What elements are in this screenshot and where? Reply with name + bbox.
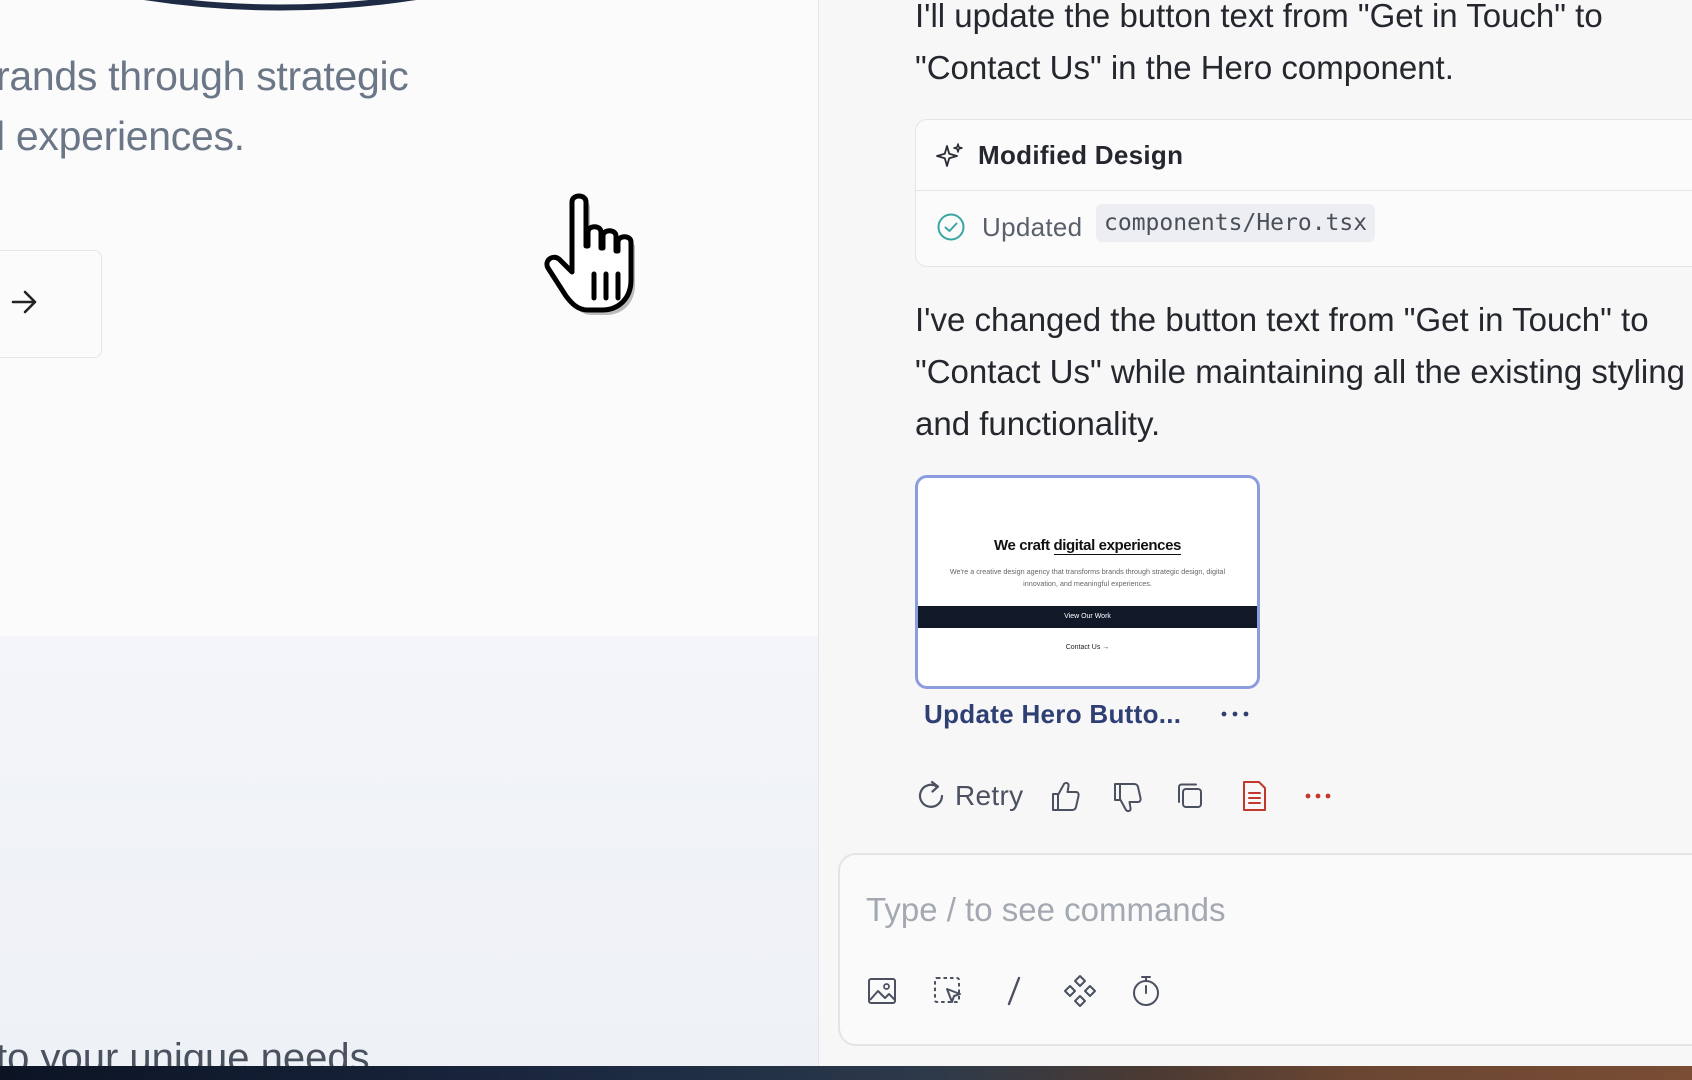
more-options-icon (1305, 793, 1331, 799)
arrow-right-icon (11, 290, 37, 314)
contact-button[interactable] (0, 250, 102, 358)
retry-label: Retry (955, 780, 1024, 811)
card-header: Modified Design (916, 120, 1692, 191)
thumbnail-caption[interactable]: Update Hero Butto... (924, 699, 1181, 730)
hero-underline-decoration (144, 0, 416, 11)
check-circle-icon (937, 213, 965, 241)
thumbs-up-button[interactable] (1049, 776, 1083, 816)
preview-lower-section (0, 636, 818, 1066)
modified-design-card[interactable]: Modified Design Updated components/Hero.… (915, 119, 1692, 267)
card-title: Modified Design (978, 140, 1184, 170)
thumbs-up-icon (1052, 781, 1080, 811)
copy-button[interactable] (1173, 776, 1207, 816)
more-actions-button[interactable] (1301, 776, 1335, 816)
card-body: Updated components/Hero.tsx (916, 192, 1692, 268)
thumbnail-secondary-button: Contact Us → (1065, 644, 1110, 651)
retry-icon (918, 780, 944, 808)
assistant-message: I'll update the button text from "Get in… (915, 0, 1603, 86)
thumbnail-subtitle: We're a creative design agency that tran… (949, 567, 1226, 588)
document-button[interactable] (1237, 776, 1271, 816)
chat-panel: I'll update the button text from "Get in… (819, 0, 1692, 1066)
thumbs-down-button[interactable] (1111, 776, 1145, 816)
website-preview: rands through strategic l experiences. t… (0, 0, 818, 1066)
thumbnail-title: We craft digital experiences (994, 537, 1181, 555)
more-options-icon[interactable] (1216, 701, 1256, 727)
copy-icon (1178, 783, 1202, 808)
hand-pointer-cursor-icon (544, 193, 635, 315)
section-text: to your unique needs (0, 1036, 370, 1066)
sparkle-icon (936, 143, 963, 167)
thumbnail-primary-button: View Our Work (918, 606, 1257, 628)
timer-icon[interactable] (1128, 973, 1164, 1009)
chat-input[interactable] (866, 885, 1646, 935)
document-icon (1243, 781, 1266, 811)
assistant-message: I've changed the button text from "Get i… (915, 301, 1685, 442)
os-taskbar (0, 1066, 1692, 1080)
components-icon[interactable] (1062, 973, 1098, 1009)
design-thumbnail[interactable]: We craft digital experiences We're a cre… (915, 475, 1260, 689)
file-path: components/Hero.tsx (1096, 204, 1376, 242)
hero-subtitle: rands through strategic l experiences. (0, 53, 409, 159)
select-element-icon[interactable] (930, 973, 966, 1009)
image-icon[interactable] (864, 973, 900, 1009)
message-composer (838, 853, 1692, 1046)
retry-button[interactable]: Retry (915, 776, 1025, 816)
thumbs-down-icon (1114, 783, 1142, 813)
update-status: Updated (982, 212, 1083, 242)
slash-command-icon[interactable] (996, 973, 1032, 1009)
